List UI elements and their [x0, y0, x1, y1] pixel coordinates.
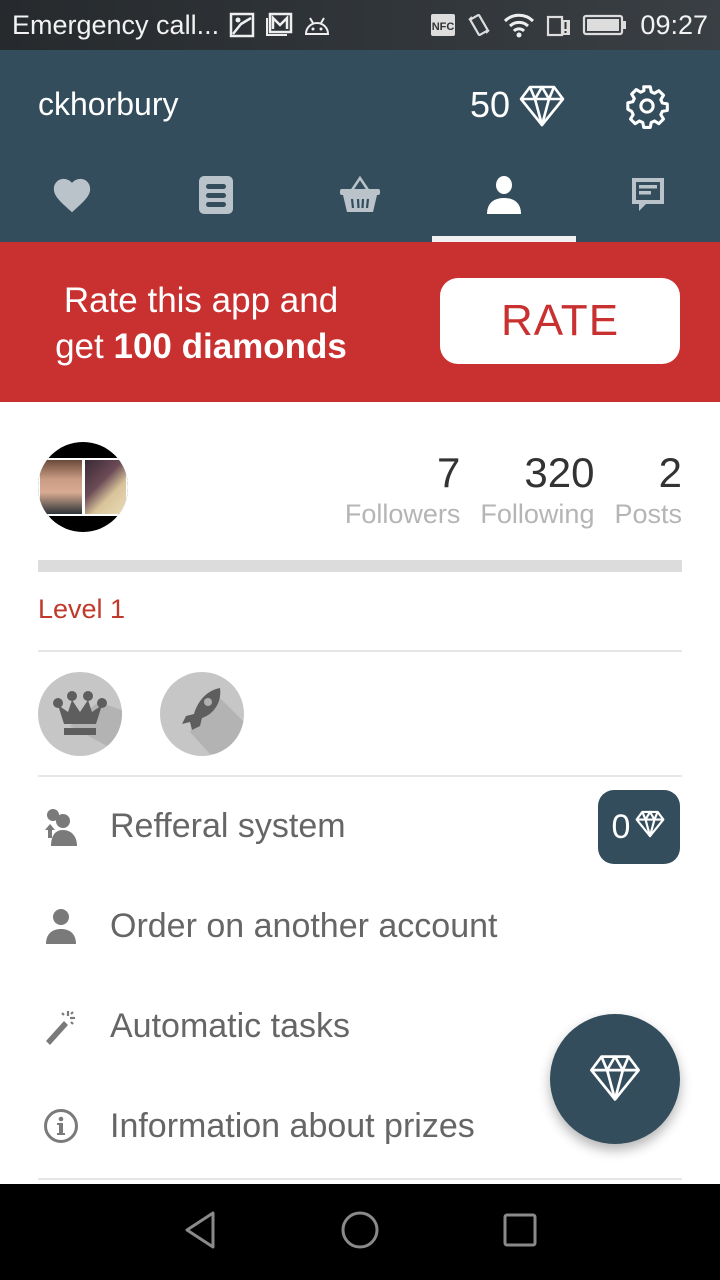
gallery-icon: [229, 12, 255, 38]
list-icon: [198, 175, 234, 220]
chat-icon: [631, 177, 665, 218]
menu-item-referral[interactable]: Refferal system 0: [0, 776, 720, 876]
vibrate-icon: [466, 12, 492, 38]
stat-label: Following: [480, 499, 595, 529]
level-progress-bar: [38, 560, 682, 572]
status-bar: Emergency call... NFC 09:27: [0, 0, 720, 50]
rate-message: Rate this app and get 100 diamonds: [0, 278, 402, 370]
info-icon: [38, 1103, 84, 1149]
rate-message-prefix: get: [55, 327, 114, 366]
rate-message-line1: Rate this app and: [63, 281, 339, 320]
gmail-icon: [265, 12, 293, 38]
badges: [38, 672, 244, 756]
level-label: Level 1: [38, 594, 126, 624]
svg-text:NFC: NFC: [432, 21, 455, 33]
diamond-icon: [588, 1053, 642, 1106]
stat-value: 320: [524, 449, 595, 496]
stat-value: 7: [437, 449, 461, 496]
rate-button[interactable]: RATE: [440, 278, 680, 364]
tab-bar: [0, 160, 720, 242]
badge-rocket[interactable]: [160, 672, 244, 756]
menu-label: Order on another account: [110, 906, 498, 945]
rocket-icon: [160, 672, 244, 756]
menu-label: Information about prizes: [110, 1106, 475, 1145]
clock: 09:27: [640, 9, 708, 40]
menu-label: Refferal system: [110, 806, 346, 845]
stat-value: 2: [658, 449, 682, 496]
badge-crown[interactable]: [38, 672, 122, 756]
magic-wand-icon: [38, 1003, 84, 1049]
stat-label: Followers: [344, 499, 461, 529]
referral-icon: [38, 803, 84, 849]
referral-diamonds-badge[interactable]: 0: [598, 790, 680, 864]
menu-item-order-another-account[interactable]: Order on another account: [0, 876, 720, 976]
diamond-count: 50: [470, 84, 511, 125]
stat-followers[interactable]: 7 Followers: [345, 450, 461, 532]
stat-posts[interactable]: 2 Posts: [614, 450, 682, 532]
wifi-icon: [502, 12, 536, 38]
tab-likes[interactable]: [0, 160, 144, 242]
android-icon: [303, 14, 331, 36]
crown-icon: [38, 672, 122, 756]
heart-icon: [51, 176, 93, 219]
back-button[interactable]: [175, 1207, 225, 1257]
avatar[interactable]: [38, 442, 128, 532]
nfc-icon: NFC: [430, 13, 456, 37]
settings-button[interactable]: [622, 82, 672, 132]
sim-alert-icon: [546, 12, 572, 38]
gear-icon: [624, 84, 670, 132]
rate-reward: 100 diamonds: [113, 327, 347, 366]
tab-profile[interactable]: [432, 160, 576, 242]
person-icon: [38, 903, 84, 949]
screen: Emergency call... NFC 09:27 ckhorbury 50…: [0, 0, 720, 1280]
diamonds-fab[interactable]: [550, 1014, 680, 1144]
rate-banner: Rate this app and get 100 diamonds RATE: [0, 242, 720, 402]
stat-following[interactable]: 320 Following: [480, 450, 594, 532]
referral-diamond-count: 0: [611, 807, 631, 846]
recents-icon: [502, 1212, 538, 1253]
tab-shop[interactable]: [288, 160, 432, 242]
back-icon: [183, 1210, 217, 1255]
battery-icon: [582, 13, 628, 37]
profile-stats: 7 Followers 320 Following 2 Posts: [345, 450, 682, 532]
recents-button[interactable]: [495, 1207, 545, 1257]
divider: [38, 1178, 682, 1180]
divider: [38, 650, 682, 652]
basket-icon: [339, 175, 381, 219]
username: ckhorbury: [38, 86, 179, 122]
person-icon: [486, 175, 522, 220]
app-header: ckhorbury 50: [0, 50, 720, 242]
home-icon: [340, 1210, 380, 1255]
system-nav-bar: [0, 1184, 720, 1280]
carrier-text: Emergency call...: [12, 9, 220, 40]
home-button[interactable]: [335, 1207, 385, 1257]
diamond-icon: [518, 84, 566, 133]
menu-label: Automatic tasks: [110, 1006, 350, 1045]
tab-orders[interactable]: [144, 160, 288, 242]
stat-label: Posts: [614, 499, 682, 529]
tab-messages[interactable]: [576, 160, 720, 242]
diamond-icon: [634, 808, 666, 847]
